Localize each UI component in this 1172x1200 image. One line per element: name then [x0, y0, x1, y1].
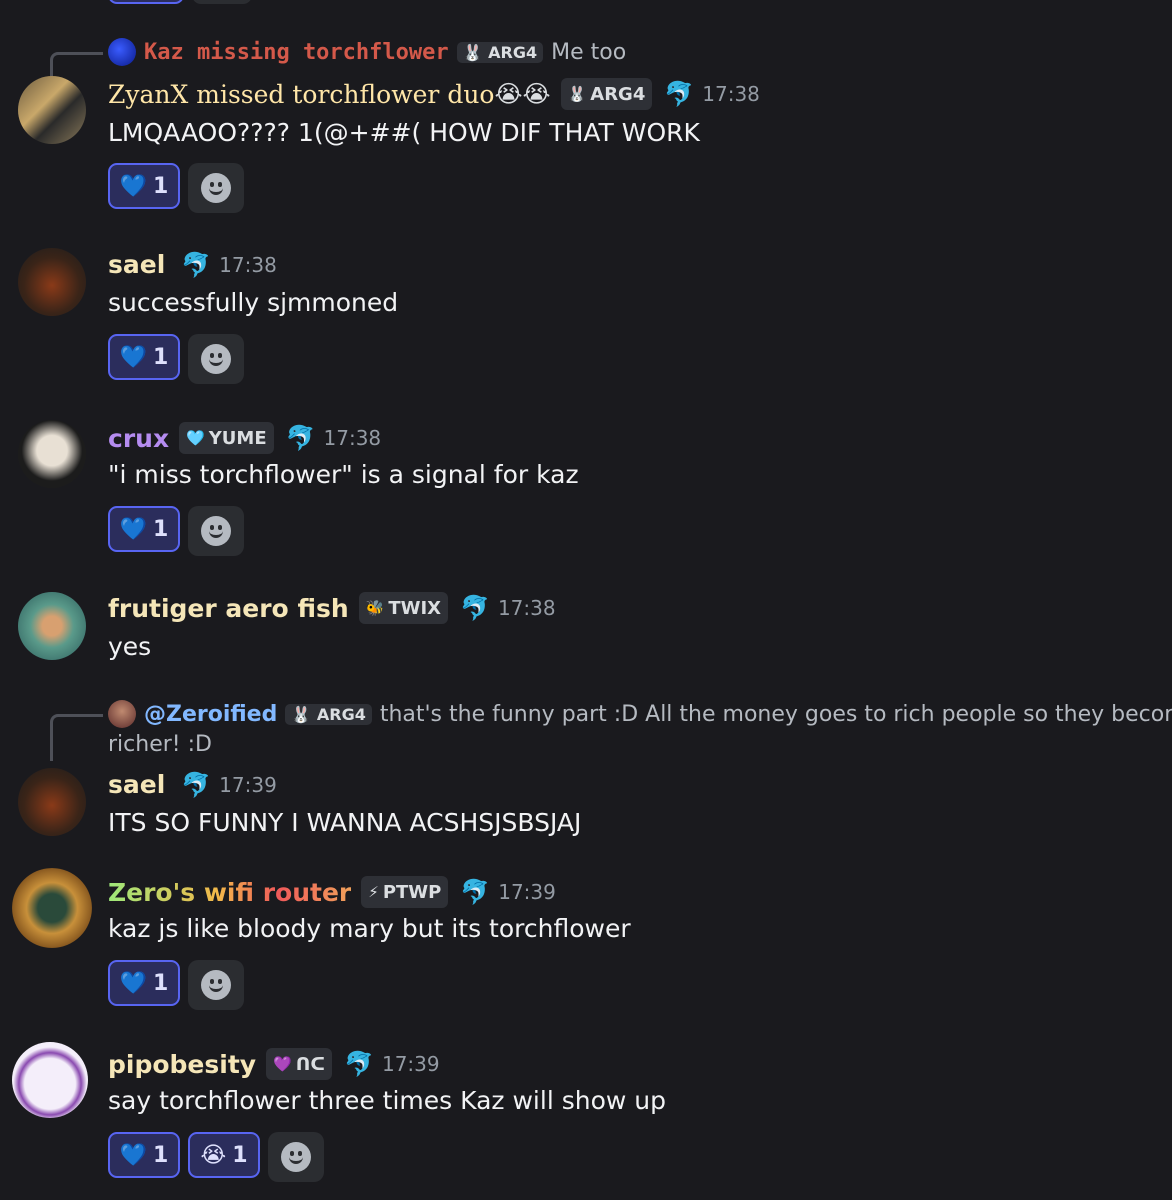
reaction-blue-heart[interactable]: 💙 1 — [108, 506, 180, 552]
message-text: say torchflower three times Kaz will sho… — [108, 1086, 666, 1115]
username[interactable]: Zero's wifi router — [108, 878, 351, 907]
timestamp: 17:39 — [381, 1052, 440, 1076]
add-reaction-button[interactable] — [188, 163, 244, 213]
reaction-blue-heart[interactable]: 💙 1 — [108, 960, 180, 1006]
add-reaction-button[interactable] — [268, 1132, 324, 1182]
timestamp: 17:38 — [219, 252, 277, 277]
message-text: kaz js like bloody mary but its torchflo… — [108, 914, 631, 943]
guild-tag[interactable]: 🩵 YUME — [179, 422, 274, 454]
reply-connector — [50, 52, 103, 77]
dolphin-icon: 🐬 — [285, 424, 316, 452]
guild-tag[interactable]: 🐰 ARG4 — [560, 78, 653, 110]
avatar[interactable] — [12, 1042, 88, 1118]
timestamp: 17:38 — [702, 82, 760, 106]
message-text: "i miss torchflower" is a signal for kaz — [108, 460, 579, 489]
message-text: successfully sjmmoned — [108, 288, 399, 317]
username[interactable]: ZyanX missed torchflower duo — [108, 80, 494, 109]
smile-plus-icon — [201, 173, 231, 203]
username[interactable]: frutiger aero fish — [108, 594, 349, 623]
crying-emoji: 😭😭 — [494, 80, 551, 108]
smile-plus-icon — [281, 1142, 311, 1172]
reply-text-continued: richer! :D — [108, 732, 212, 757]
reply-preview[interactable]: Kaz missing torchflower 🐰 ARG4 Me too — [108, 38, 626, 66]
timestamp: 17:39 — [219, 772, 277, 797]
reactions: 💙 1 — [108, 163, 244, 213]
reply-text: Me too — [551, 39, 627, 65]
add-reaction-button[interactable] — [188, 506, 244, 556]
avatar[interactable] — [18, 768, 86, 836]
previous-reactions-strip — [108, 0, 252, 4]
reactions: 💙 1 😭 1 — [108, 1132, 324, 1182]
smile-plus-icon — [201, 344, 231, 374]
dolphin-icon: 🐬 — [181, 770, 212, 799]
dolphin-icon: 🐬 — [344, 1050, 374, 1078]
username[interactable]: crux — [108, 424, 169, 453]
dolphin-icon: 🐬 — [664, 80, 695, 108]
guild-tag[interactable]: 💜 ᑎᑕ — [266, 1048, 333, 1080]
username[interactable]: sael — [108, 250, 165, 279]
message-text: LMQAAOO???? 1(@+##( HOW DIF THAT WORK — [108, 118, 700, 147]
dolphin-icon: 🐬 — [181, 250, 212, 279]
message-text: yes — [108, 632, 152, 661]
reaction-loudly-crying[interactable]: 😭 1 — [188, 1132, 260, 1178]
reply-avatar — [108, 700, 136, 728]
reactions: 💙 1 — [108, 334, 244, 384]
guild-tag[interactable]: 🐝 TWIX — [358, 592, 449, 624]
reply-avatar — [108, 38, 136, 66]
reactions: 💙 1 — [108, 960, 244, 1010]
guild-tag[interactable]: ⚡ PTWP — [361, 876, 449, 908]
reaction-blue-heart[interactable]: 💙 1 — [108, 1132, 180, 1178]
username[interactable]: pipobesity — [108, 1050, 256, 1079]
avatar[interactable] — [18, 248, 86, 316]
avatar[interactable] — [18, 76, 86, 144]
reaction-blue-heart[interactable]: 💙 1 — [108, 163, 180, 209]
reply-author[interactable]: Kaz missing torchflower — [144, 40, 449, 65]
avatar[interactable] — [18, 592, 86, 660]
timestamp: 17:39 — [498, 880, 556, 904]
avatar[interactable] — [18, 420, 86, 488]
add-reaction-button[interactable] — [188, 960, 244, 1010]
reply-author[interactable]: @Zeroified — [144, 702, 277, 727]
reply-tag: 🐰 ARG4 — [285, 703, 372, 725]
dolphin-icon: 🐬 — [460, 594, 490, 622]
timestamp: 17:38 — [497, 596, 556, 620]
reply-connector — [50, 714, 103, 761]
reply-text: that's the funny part :D All the money g… — [379, 701, 1172, 727]
reply-tag: 🐰 ARG4 — [456, 41, 544, 63]
reactions: 💙 1 — [108, 506, 244, 556]
message-text: ITS SO FUNNY I WANNA ACSHSJSBSJAJ — [108, 808, 582, 837]
avatar[interactable] — [12, 868, 92, 948]
dolphin-icon: 🐬 — [460, 878, 491, 906]
smile-plus-icon — [201, 970, 231, 1000]
username[interactable]: sael — [108, 770, 165, 799]
reply-preview[interactable]: @Zeroified 🐰 ARG4 that's the funny part … — [108, 700, 1172, 728]
smile-plus-icon — [201, 516, 231, 546]
reaction-blue-heart[interactable]: 💙 1 — [108, 334, 180, 380]
timestamp: 17:38 — [323, 426, 382, 450]
add-reaction-button[interactable] — [188, 334, 244, 384]
